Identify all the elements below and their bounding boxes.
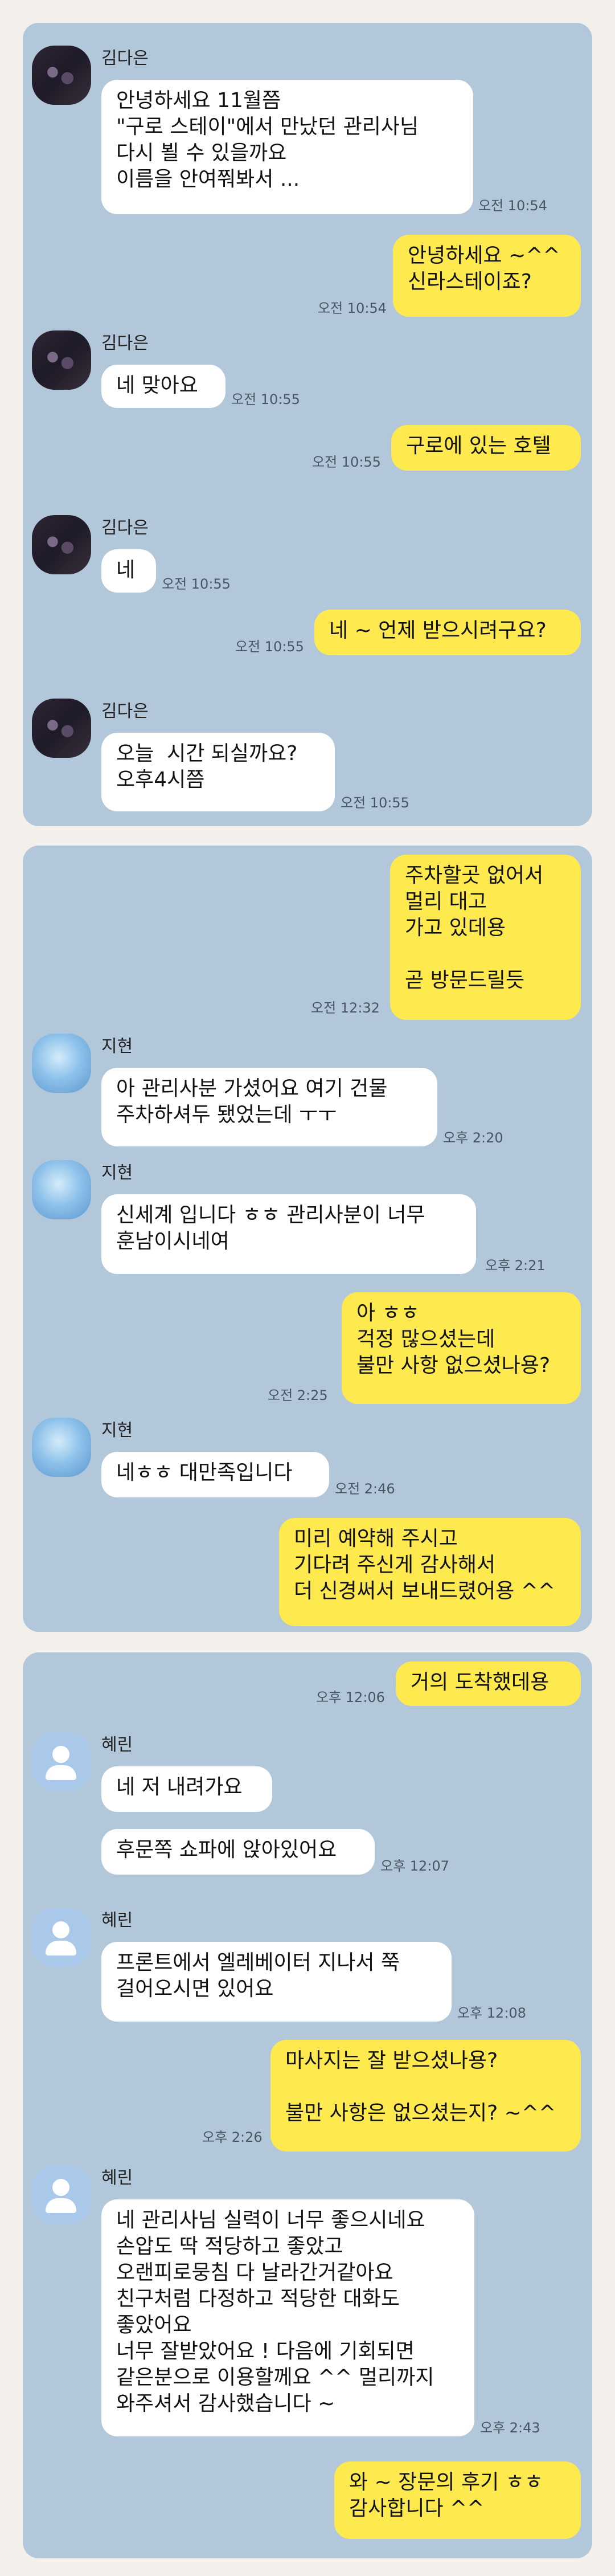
message-bubble-sent[interactable]: 마사지는 잘 받으셨나용? 불만 사항은 없으셨는지? ~^^ [270, 2040, 581, 2152]
avatar-default[interactable] [32, 1908, 91, 1967]
message-bubble-received[interactable]: 네 저 내려가요 [101, 1766, 272, 1812]
message-bubble-received[interactable]: 안녕하세요 11월쯤 "구로 스테이"에서 만났던 관리사님 다시 뵐 수 있을… [101, 80, 473, 214]
message-bubble-sent[interactable]: 네 ~ 언제 받으시려구요? [314, 610, 581, 655]
avatar-blurred[interactable] [32, 1418, 91, 1477]
message-time: 오전 10:55 [312, 454, 381, 470]
message-bubble-received[interactable]: 신세계 입니다 ㅎㅎ 관리사분이 너무 훈남이시네여 [101, 1194, 476, 1274]
sender-name: 혜린 [101, 1910, 133, 1930]
message-time: 오후 2:20 [443, 1130, 503, 1146]
avatar-pixelated[interactable] [32, 46, 91, 105]
message-bubble-received[interactable]: 네 [101, 549, 156, 593]
sender-name: 김다은 [101, 333, 149, 353]
message-bubble-received[interactable]: 프론트에서 엘레베이터 지나서 쭉 걸어오시면 있어요 [101, 1942, 452, 2022]
chat-panel-1: 김다은 안녕하세요 11월쯤 "구로 스테이"에서 만났던 관리사님 다시 뵐 … [23, 23, 592, 826]
message-bubble-sent[interactable]: 와 ~ 장문의 후기 ㅎㅎ 감사합니다 ^^ [334, 2461, 581, 2539]
avatar-default[interactable] [32, 1732, 91, 1791]
sender-name: 지현 [101, 1420, 133, 1440]
message-time: 오후 2:21 [485, 1258, 546, 1273]
message-time: 오후 2:43 [480, 2420, 540, 2436]
message-bubble-received[interactable]: 후문쪽 쇼파에 앉아있어요 [101, 1829, 375, 1875]
message-time: 오후 12:08 [457, 2005, 526, 2021]
message-bubble-received[interactable]: 아 관리사분 가셨어요 여기 건물 주차하셔두 됐었는데 ㅜㅜ [101, 1068, 437, 1146]
message-time: 오전 10:55 [162, 576, 231, 592]
message-bubble-received[interactable]: 네 관리사님 실력이 너무 좋으시네요 손압도 딱 적당하고 좋았고 오랜피로뭉… [101, 2199, 474, 2436]
person-icon [52, 1746, 69, 1763]
message-time: 오전 10:55 [341, 795, 409, 811]
message-bubble-received[interactable]: 네ㅎㅎ 대만족입니다 [101, 1452, 329, 1497]
message-bubble-sent[interactable]: 주차할곳 없어서 멀리 대고 가고 있데용 곧 방문드릴듯 [390, 855, 581, 1020]
message-time: 오전 10:55 [231, 391, 300, 407]
chat-panel-3: 거의 도착했데용 오후 12:06 혜린 네 저 내려가요 후문쪽 쇼파에 앉아… [23, 1652, 592, 2558]
message-bubble-received[interactable]: 오늘 시간 되실까요? 오후4시쯤 [101, 733, 335, 811]
message-time: 오전 12:32 [311, 1000, 380, 1016]
person-icon [52, 1921, 69, 1938]
sender-name: 혜린 [101, 2168, 133, 2188]
sender-name: 김다은 [101, 48, 149, 68]
sender-name: 지현 [101, 1163, 133, 1183]
message-time: 오후 12:06 [316, 1689, 385, 1705]
message-bubble-sent[interactable]: 구로에 있는 호텔 [391, 425, 581, 471]
message-time: 오전 10:55 [235, 639, 304, 655]
message-time: 오전 10:54 [318, 300, 387, 316]
message-bubble-sent[interactable]: 거의 도착했데용 [396, 1661, 581, 1706]
avatar-pixelated[interactable] [32, 699, 91, 758]
sender-name: 김다은 [101, 701, 149, 721]
avatar-blurred[interactable] [32, 1160, 91, 1219]
person-icon [52, 2179, 69, 2196]
message-bubble-sent[interactable]: 안녕하세요 ~^^ 신라스테이죠? [393, 235, 581, 317]
avatar-pixelated[interactable] [32, 515, 91, 574]
message-time: 오후 2:26 [202, 2129, 263, 2145]
message-bubble-received[interactable]: 네 맞아요 [101, 365, 226, 408]
message-time: 오전 10:54 [478, 198, 547, 214]
message-bubble-sent[interactable]: 아 ㅎㅎ 걱정 많으셨는데 불만 사항 없으셨나용? [342, 1292, 581, 1404]
message-time: 오전 2:46 [335, 1481, 395, 1497]
message-bubble-sent[interactable]: 미리 예약해 주시고 기다려 주신게 감사해서 더 신경써서 보내드렸어용 ^^ [279, 1518, 581, 1626]
avatar-default[interactable] [32, 2165, 91, 2224]
sender-name: 지현 [101, 1036, 133, 1056]
message-time: 오후 12:07 [380, 1858, 449, 1874]
message-time: 오전 2:25 [268, 1387, 328, 1403]
chat-panel-2: 주차할곳 없어서 멀리 대고 가고 있데용 곧 방문드릴듯 오전 12:32 지… [23, 846, 592, 1632]
sender-name: 혜린 [101, 1735, 133, 1755]
sender-name: 김다은 [101, 518, 149, 538]
avatar-blurred[interactable] [32, 1034, 91, 1093]
avatar-pixelated[interactable] [32, 330, 91, 390]
